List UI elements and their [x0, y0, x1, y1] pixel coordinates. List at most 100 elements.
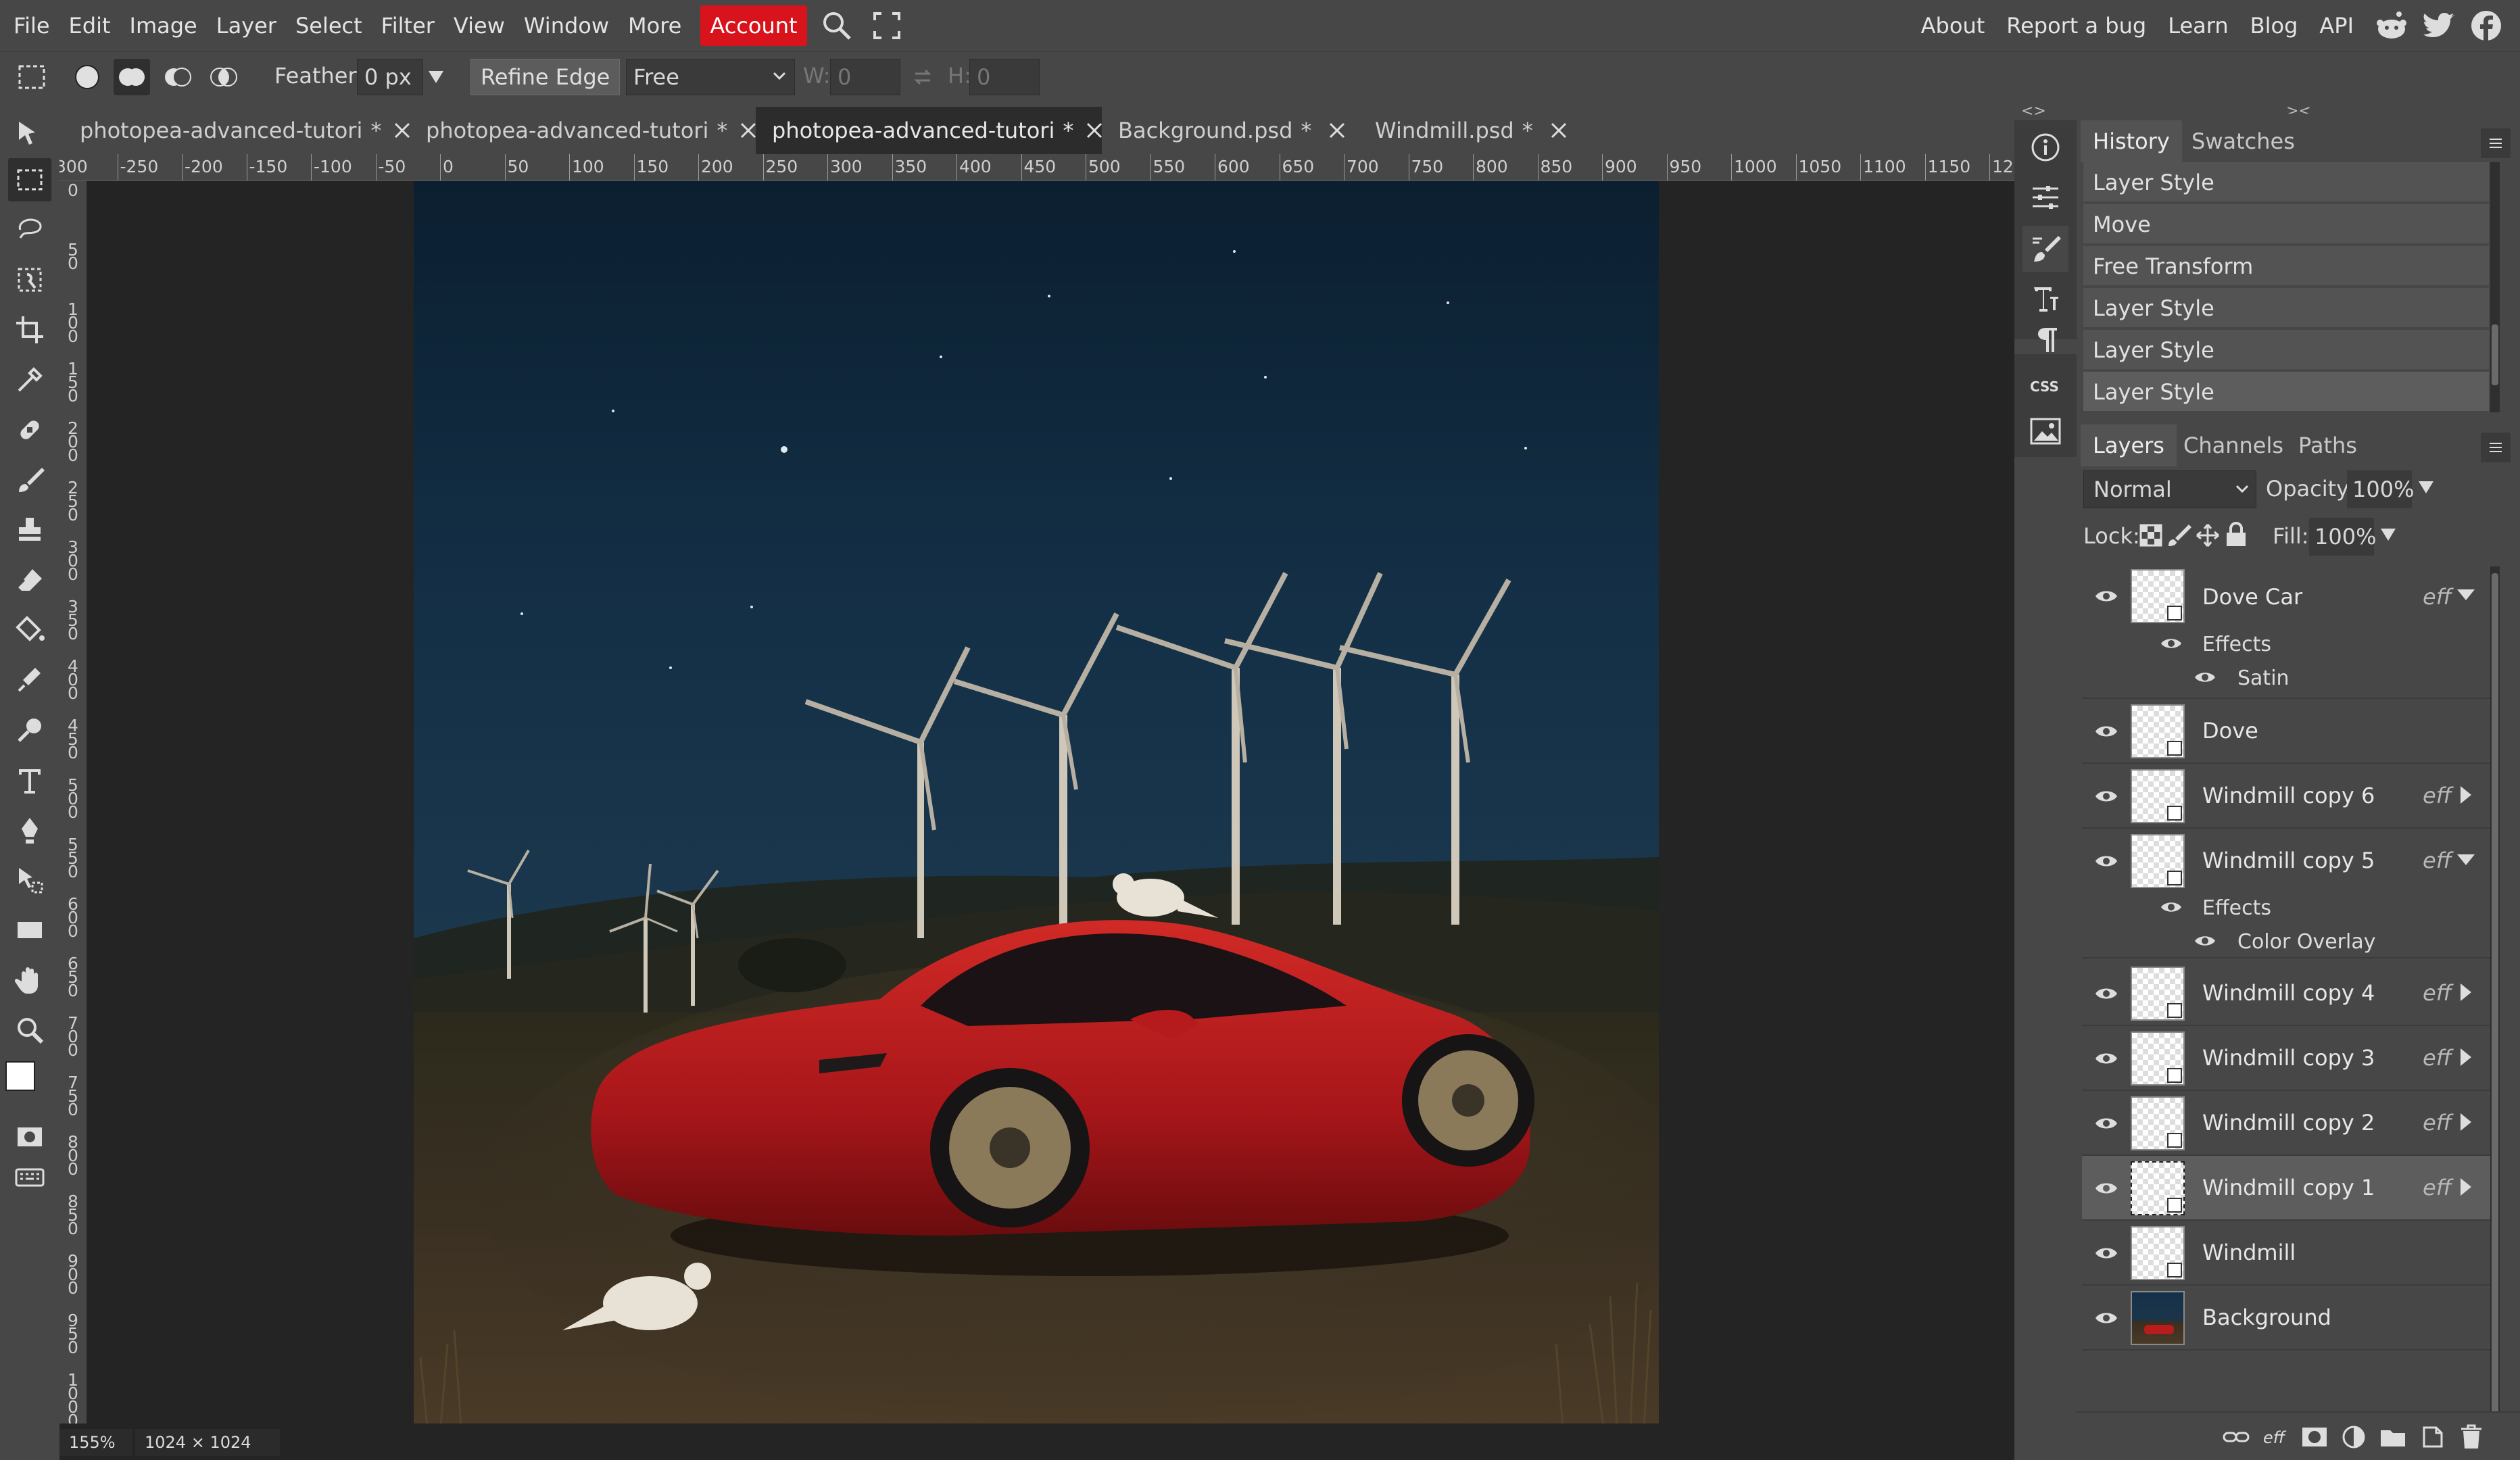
lock-pixels-icon[interactable] [2167, 523, 2191, 550]
opacity-input[interactable]: 100% [2347, 470, 2414, 508]
quick-select-tool-icon[interactable] [8, 258, 51, 301]
fill-input[interactable]: 100% [2309, 518, 2376, 556]
lock-all-icon[interactable] [2224, 522, 2248, 550]
image-icon[interactable] [2022, 408, 2068, 454]
eye-icon[interactable] [2091, 1173, 2121, 1203]
effects-badge[interactable]: eff [2423, 783, 2452, 808]
expand-arrow-icon[interactable] [2452, 979, 2479, 1006]
eye-icon[interactable] [2091, 781, 2121, 811]
layer-row[interactable]: Windmill copy 4 eff [2082, 961, 2490, 1026]
menu-report-bug[interactable]: Report a bug [1995, 13, 2157, 39]
effects-badge[interactable]: eff [2423, 1175, 2452, 1200]
menu-select[interactable]: Select [286, 5, 372, 46]
menu-image[interactable]: Image [120, 5, 207, 46]
keyboard-icon[interactable] [8, 1156, 51, 1199]
effects-badge[interactable]: eff [2423, 980, 2452, 1006]
marquee-tool-icon[interactable] [8, 158, 51, 201]
history-scrollbar[interactable] [2490, 162, 2500, 412]
width-input[interactable]: 0 [830, 59, 900, 95]
selection-intersect-icon[interactable] [205, 59, 242, 95]
layers-scrollbar[interactable] [2490, 566, 2500, 1460]
menu-learn[interactable]: Learn [2157, 13, 2239, 39]
layer-row[interactable]: Dove Car eff Effects Satin [2082, 569, 2490, 699]
layer-row[interactable]: Windmill copy 6 eff [2082, 764, 2490, 829]
selection-add-icon[interactable] [114, 59, 150, 95]
opacity-dropdown-icon[interactable] [2417, 480, 2435, 497]
menu-layer[interactable]: Layer [207, 5, 286, 46]
lock-transparent-icon[interactable] [2139, 523, 2163, 550]
doc-tab-2[interactable]: photopea-advanced-tutori * [410, 107, 756, 154]
eye-icon[interactable] [2158, 630, 2185, 657]
character-icon[interactable] [2022, 276, 2068, 322]
close-icon[interactable] [1324, 117, 1351, 144]
eye-icon[interactable] [2158, 894, 2185, 921]
feather-dropdown-icon[interactable] [418, 59, 454, 95]
history-item[interactable]: Layer Style [2083, 330, 2489, 370]
selection-subtract-icon[interactable] [160, 59, 196, 95]
rectangle-tool-icon[interactable] [8, 908, 51, 952]
scroll-thumb[interactable] [2492, 573, 2498, 1460]
path-select-tool-icon[interactable] [8, 858, 51, 902]
brush-tool-icon[interactable] [8, 458, 51, 502]
close-icon[interactable] [393, 117, 411, 144]
collapse-arrow-icon[interactable] [2452, 581, 2479, 608]
scroll-thumb[interactable] [2492, 324, 2498, 385]
effect-name[interactable]: Satin [2237, 666, 2289, 690]
selection-new-icon[interactable] [69, 59, 105, 95]
expand-arrow-icon[interactable] [2452, 1109, 2479, 1136]
smudge-tool-icon[interactable] [8, 658, 51, 702]
doc-tab-5[interactable]: Windmill.psd * [1359, 107, 1589, 154]
lasso-tool-icon[interactable] [8, 208, 51, 251]
menu-icon[interactable] [2481, 433, 2511, 462]
menu-window[interactable]: Window [514, 5, 619, 46]
layer-row[interactable]: Dove [2082, 699, 2490, 764]
menu-api[interactable]: API [2308, 13, 2365, 39]
foreground-color[interactable] [5, 1061, 35, 1091]
zoom-level[interactable]: 155% [59, 1429, 132, 1456]
menu-about[interactable]: About [1910, 13, 1996, 39]
facebook-icon[interactable] [2466, 5, 2506, 46]
healing-tool-icon[interactable] [8, 408, 51, 452]
new-layer-icon[interactable] [2415, 1419, 2450, 1455]
collapse-arrow-icon[interactable] [2452, 846, 2479, 873]
expand-arrow-icon[interactable] [2452, 1173, 2479, 1200]
collapse-arrows-icon[interactable]: <> [2021, 103, 2046, 120]
menu-edit[interactable]: Edit [59, 5, 120, 46]
new-group-icon[interactable] [2375, 1419, 2410, 1455]
layer-row[interactable]: Background [2082, 1286, 2490, 1350]
zoom-tool-icon[interactable] [8, 1008, 51, 1052]
feather-input[interactable]: 0 px [357, 59, 423, 95]
quick-mask-icon[interactable] [8, 1115, 51, 1159]
crop-tool-icon[interactable] [8, 308, 51, 351]
fullscreen-icon[interactable] [867, 5, 907, 46]
fill-tool-icon[interactable] [8, 608, 51, 652]
layer-row-selected[interactable]: Windmill copy 1 eff [2082, 1156, 2490, 1221]
history-item[interactable]: Layer Style [2083, 162, 2489, 203]
doc-tab-4[interactable]: Background.psd * [1102, 107, 1359, 154]
layer-mask-icon[interactable] [2297, 1419, 2332, 1455]
effects-badge[interactable]: eff [2423, 1110, 2452, 1136]
layer-row[interactable]: Windmill copy 3 eff [2082, 1026, 2490, 1091]
tab-channels[interactable]: Channels [2171, 424, 2296, 466]
eye-icon[interactable] [2091, 581, 2121, 611]
eye-icon[interactable] [2091, 1303, 2121, 1333]
eye-icon[interactable] [2091, 1109, 2121, 1138]
menu-more[interactable]: More [619, 5, 691, 46]
type-tool-icon[interactable] [8, 758, 51, 802]
effects-badge[interactable]: eff [2423, 584, 2452, 610]
eyedropper-tool-icon[interactable] [8, 358, 51, 402]
eye-icon[interactable] [2091, 846, 2121, 876]
adjustments-icon[interactable] [2022, 174, 2068, 220]
search-icon[interactable] [817, 5, 857, 46]
expand-arrow-icon[interactable] [2452, 1044, 2479, 1071]
eye-icon[interactable] [2091, 979, 2121, 1008]
info-icon[interactable] [2022, 124, 2068, 170]
document-canvas[interactable] [414, 181, 1659, 1426]
effects-badge[interactable]: eff [2423, 848, 2452, 873]
style-select[interactable]: Free [626, 59, 795, 95]
close-icon[interactable] [1086, 117, 1103, 144]
eye-icon[interactable] [2091, 1044, 2121, 1073]
close-icon[interactable] [740, 117, 757, 144]
effect-name[interactable]: Color Overlay [2237, 930, 2376, 954]
clone-stamp-tool-icon[interactable] [8, 508, 51, 552]
